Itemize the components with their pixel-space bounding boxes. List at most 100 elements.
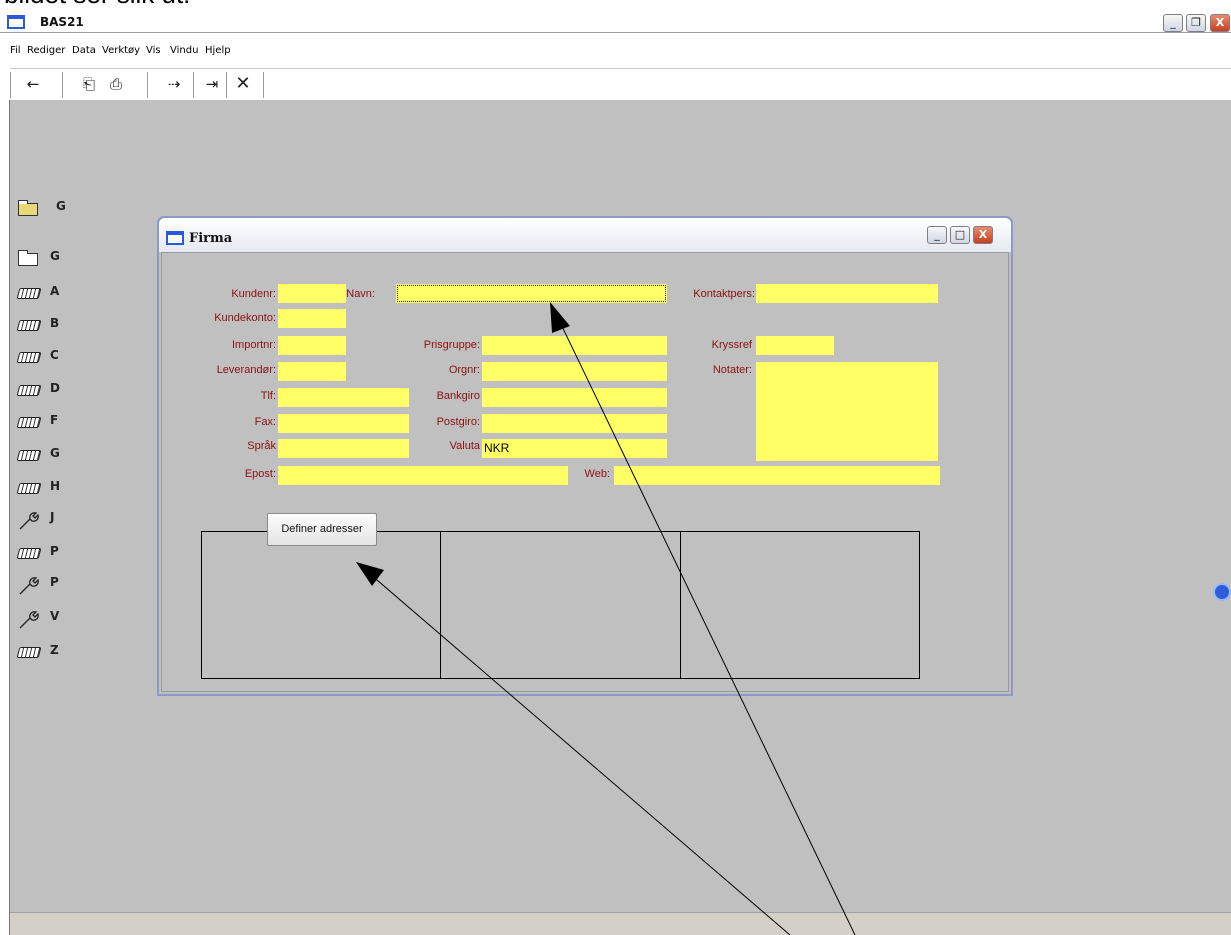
nav-item-label: C: [50, 348, 59, 362]
status-bar: [10, 912, 1231, 935]
insert-record-icon[interactable]: ⇢: [162, 73, 186, 95]
keyboard-icon: [16, 483, 42, 494]
define-addresses-button[interactable]: Definer adresser: [267, 513, 377, 546]
firma-close-button[interactable]: X: [973, 226, 993, 244]
nav-item-d[interactable]: D: [16, 380, 78, 400]
notater-field[interactable]: [756, 362, 938, 461]
kryssref-field[interactable]: [756, 336, 834, 355]
nav-item-label: J: [50, 510, 55, 524]
menu-vis[interactable]: Vis: [146, 45, 161, 56]
sprak-label: Språk: [247, 440, 276, 452]
menu-fil[interactable]: Fil: [10, 45, 21, 56]
nav-item-h[interactable]: H: [16, 478, 78, 498]
web-field[interactable]: [614, 466, 940, 485]
prisgruppe-field[interactable]: [482, 336, 667, 355]
kontaktpers-label: Kontaktpers:: [693, 288, 755, 300]
navn-label: Navn:: [346, 288, 375, 300]
nav-item-b[interactable]: B: [16, 315, 78, 335]
nav-item-label: P: [50, 575, 59, 589]
nav-item-label: G: [50, 249, 60, 263]
keyboard-icon: [16, 352, 42, 363]
kontaktpers-field[interactable]: [756, 284, 938, 303]
toolbar-separator: [10, 72, 12, 98]
keyboard-icon: [16, 320, 42, 331]
keyboard-icon: [16, 385, 42, 396]
tlf-label: Tlf:: [260, 390, 276, 402]
menu-vindu[interactable]: Vindu: [170, 45, 198, 56]
toolbar-separator: [62, 72, 64, 98]
epost-field[interactable]: [278, 466, 568, 485]
toolbar-separator: [147, 72, 149, 98]
keyboard-icon: [16, 548, 42, 559]
firma-window: Firma _ □ X Kundenr: Navn: Kontaktpers: …: [157, 216, 1013, 696]
firma-maximize-button[interactable]: □: [950, 226, 970, 244]
postgiro-field[interactable]: [482, 414, 667, 433]
restore-button[interactable]: ❐: [1186, 14, 1206, 32]
toolbar-separator: [226, 72, 228, 98]
valuta-field[interactable]: NKR: [482, 439, 667, 458]
nav-item-p-tool[interactable]: P: [18, 574, 78, 595]
printer-icon[interactable]: ⎙: [105, 73, 127, 95]
fax-label: Fax:: [254, 416, 276, 428]
nav-item-z[interactable]: Z: [16, 642, 78, 662]
address-divider: [440, 532, 441, 678]
bankgiro-label: Bankgiro: [436, 390, 480, 402]
minimize-button[interactable]: _: [1163, 14, 1183, 32]
nav-item-f[interactable]: F: [16, 412, 78, 432]
nav-item-a[interactable]: A: [16, 283, 78, 303]
menu-verktoy[interactable]: Verktøy: [102, 45, 140, 56]
menu-bar: Fil Rediger Data Verktøy Vis Vindu Hjelp: [0, 42, 1231, 62]
importnr-label: Importnr:: [231, 339, 276, 351]
wrench-icon: [18, 511, 42, 530]
app-title: BAS21: [40, 15, 84, 29]
nav-item-label: P: [50, 544, 59, 558]
app-titlebar[interactable]: BAS21 _ ❐ X: [0, 13, 1231, 33]
menu-data[interactable]: Data: [72, 45, 96, 56]
address-divider: [680, 532, 681, 678]
kundekonto-field[interactable]: [278, 309, 346, 328]
firma-titlebar[interactable]: Firma _ □ X: [159, 218, 1011, 252]
scroll-indicator-icon[interactable]: [1213, 583, 1231, 601]
menu-hjelp[interactable]: Hjelp: [205, 45, 231, 56]
firma-minimize-button[interactable]: _: [927, 226, 947, 244]
nav-item-label: B: [50, 316, 60, 330]
exit-door-icon[interactable]: ⎗: [78, 73, 100, 95]
back-arrow-icon[interactable]: ←: [22, 73, 44, 95]
keyboard-icon: [16, 417, 42, 428]
nav-item-v[interactable]: V: [18, 608, 78, 629]
toolbar-separator: [263, 72, 265, 98]
nav-item-label: D: [50, 381, 60, 395]
nav-item-g-open[interactable]: G: [18, 198, 78, 218]
nav-item-g[interactable]: G: [16, 445, 78, 465]
caption-text: bildet ser slik ut:: [4, 0, 190, 10]
nav-item-c[interactable]: C: [16, 347, 78, 367]
orgnr-label: Orgnr:: [448, 364, 480, 376]
kundenr-field[interactable]: [278, 284, 346, 303]
nav-item-label: F: [50, 413, 59, 427]
bas21-application: BAS21 _ ❐ X Fil Rediger Data Verktøy Vis…: [0, 0, 1231, 935]
nav-item-label: V: [50, 609, 60, 623]
bankgiro-field[interactable]: [482, 388, 667, 407]
notater-label: Notater:: [712, 364, 752, 376]
menu-rediger[interactable]: Rediger: [27, 45, 65, 56]
keyboard-icon: [16, 647, 42, 658]
close-button[interactable]: X: [1210, 14, 1230, 32]
wrench-icon: [18, 576, 42, 595]
toolbar-separator: [193, 72, 195, 98]
leverandor-field[interactable]: [278, 362, 346, 381]
postgiro-label: Postgiro:: [436, 416, 480, 428]
web-label: Web:: [584, 468, 610, 480]
nav-item-g-folder[interactable]: G: [18, 248, 78, 268]
nav-item-p[interactable]: P: [16, 543, 78, 563]
insert-field-icon[interactable]: ⇥: [200, 73, 224, 95]
firma-title: Firma: [189, 231, 233, 246]
nav-item-label: G: [56, 199, 66, 213]
delete-icon[interactable]: ✕: [232, 73, 254, 95]
importnr-field[interactable]: [278, 336, 346, 355]
epost-label: Epost:: [244, 468, 276, 480]
orgnr-field[interactable]: [482, 362, 667, 381]
valuta-label: Valuta: [449, 440, 480, 452]
nav-item-j[interactable]: J: [18, 509, 78, 530]
navn-field[interactable]: [396, 284, 667, 303]
nav-item-label: H: [50, 479, 61, 493]
